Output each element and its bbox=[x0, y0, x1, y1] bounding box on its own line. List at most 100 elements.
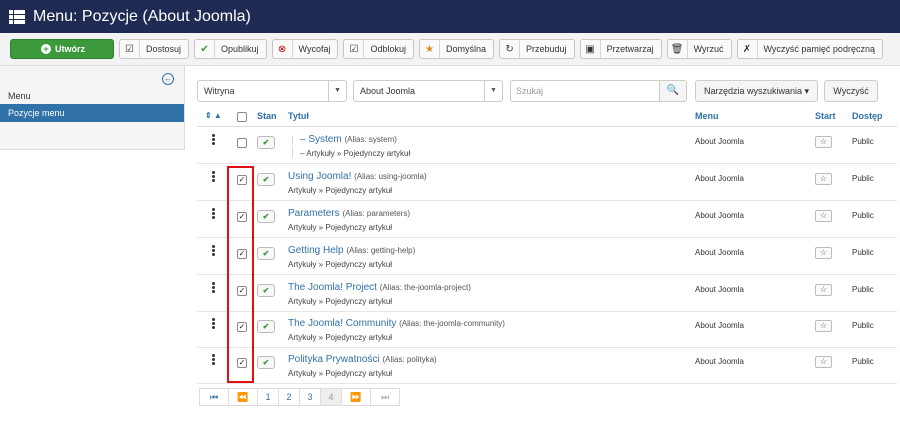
item-access: Public bbox=[852, 174, 874, 183]
checkin-button[interactable]: ☑ Odblokuj bbox=[343, 39, 415, 59]
table-row: ✓ ✔ The Joomla! Community (Alias: the-jo… bbox=[197, 312, 897, 348]
current-page: 4 bbox=[320, 388, 342, 406]
sidebar-item-menu-items[interactable]: Pozycje menu bbox=[0, 104, 184, 122]
published-check-icon[interactable]: ✔ bbox=[257, 210, 275, 223]
caret-down-icon: ▼ bbox=[484, 81, 502, 101]
select-all-checkbox[interactable] bbox=[237, 112, 247, 122]
item-menu: About Joomla bbox=[695, 137, 744, 146]
check-icon: ✔ bbox=[195, 40, 216, 58]
sort-order-icon[interactable]: ⇕ ▲ bbox=[205, 111, 222, 120]
published-check-icon[interactable]: ✔ bbox=[257, 173, 275, 186]
checkin-icon: ☑ bbox=[344, 40, 365, 58]
table-row: ✓ ✔ The Joomla! Project (Alias: the-joom… bbox=[197, 276, 897, 312]
home-star-icon[interactable]: ☆ bbox=[815, 356, 832, 368]
refresh-icon: ↻ bbox=[500, 40, 521, 58]
search-button[interactable]: 🔍 bbox=[659, 80, 687, 102]
published-check-icon[interactable]: ✔ bbox=[257, 284, 275, 297]
drag-handle-icon[interactable] bbox=[212, 282, 215, 294]
column-title[interactable]: Tytuł bbox=[288, 111, 309, 121]
create-button[interactable]: + Utwórz bbox=[10, 39, 114, 59]
edit-button[interactable]: ☑ Dostosuj bbox=[119, 39, 190, 59]
drag-handle-icon[interactable] bbox=[212, 134, 215, 146]
publish-button[interactable]: ✔ Opublikuj bbox=[194, 39, 267, 59]
item-title-link[interactable]: Parameters (Alias: parameters) bbox=[288, 208, 410, 219]
item-title-link[interactable]: The Joomla! Community (Alias: the-joomla… bbox=[288, 318, 505, 329]
caret-down-icon: ▼ bbox=[328, 81, 346, 101]
item-menu: About Joomla bbox=[695, 357, 744, 366]
trash-button[interactable]: 🗑 Wyrzuć bbox=[666, 39, 732, 59]
item-menu: About Joomla bbox=[695, 321, 744, 330]
last-page-icon: ⏭ bbox=[370, 388, 400, 406]
published-check-icon[interactable]: ✔ bbox=[257, 247, 275, 260]
drag-handle-icon[interactable] bbox=[212, 318, 215, 330]
home-star-icon[interactable]: ☆ bbox=[815, 210, 832, 222]
item-title-link[interactable]: The Joomla! Project (Alias: the-joomla-p… bbox=[288, 282, 471, 293]
unpublish-button[interactable]: ⊗ Wycofaj bbox=[271, 39, 339, 59]
pagination: ⏮ ⏪ 1 2 3 4 ⏩ ⏭ bbox=[199, 388, 400, 406]
drag-handle-icon[interactable] bbox=[212, 208, 215, 220]
page-link[interactable]: 1 bbox=[257, 388, 279, 406]
table-row: ✓ ✔ Parameters (Alias: parameters) Artyk… bbox=[197, 202, 897, 238]
published-check-icon[interactable]: ✔ bbox=[257, 136, 275, 149]
menu-select[interactable]: About Joomla ▼ bbox=[353, 80, 503, 102]
default-button[interactable]: ★ Domyślna bbox=[419, 39, 495, 59]
drag-handle-icon[interactable] bbox=[212, 245, 215, 257]
toolbar: + Utwórz ☑ Dostosuj ✔ Opublikuj ⊗ Wycofaj ☑… bbox=[0, 33, 900, 66]
first-page-icon[interactable]: ⏮ bbox=[199, 388, 229, 406]
page-link[interactable]: 3 bbox=[299, 388, 321, 406]
trash-icon: 🗑 bbox=[668, 40, 688, 58]
tree-indent: ┊ bbox=[290, 148, 295, 157]
item-access: Public bbox=[852, 285, 874, 294]
unpublish-icon: ⊗ bbox=[273, 40, 293, 58]
table-header: ⇕ ▲ Stan Tytuł Menu Start Dostęp bbox=[197, 107, 897, 127]
selection-highlight-box bbox=[227, 166, 254, 383]
clear-cache-button[interactable]: ✗ Wyczyść pamięć podręczną bbox=[736, 39, 883, 59]
star-icon: ★ bbox=[420, 40, 441, 58]
drag-handle-icon[interactable] bbox=[212, 171, 215, 183]
batch-button[interactable]: ▣ Przetwarzaj bbox=[579, 39, 662, 59]
published-check-icon[interactable]: ✔ bbox=[257, 356, 275, 369]
plus-icon: + bbox=[41, 44, 51, 54]
item-type: Artykuły » Pojedynczy artykuł bbox=[288, 223, 393, 232]
item-menu: About Joomla bbox=[695, 211, 744, 220]
item-access: Public bbox=[852, 248, 874, 257]
collapse-arrow-icon[interactable]: ← bbox=[162, 73, 174, 85]
column-access[interactable]: Dostęp bbox=[852, 111, 883, 121]
client-select[interactable]: Witryna ▼ bbox=[197, 80, 347, 102]
prev-page-icon[interactable]: ⏪ bbox=[228, 388, 258, 406]
item-title-link[interactable]: Using Joomla! (Alias: using-joomla) bbox=[288, 171, 427, 182]
item-title-link[interactable]: Getting Help (Alias: getting-help) bbox=[288, 245, 415, 256]
drag-handle-icon[interactable] bbox=[212, 354, 215, 366]
published-check-icon[interactable]: ✔ bbox=[257, 320, 275, 333]
search-input[interactable]: Szukaj bbox=[510, 80, 660, 102]
row-checkbox[interactable] bbox=[237, 138, 247, 148]
column-state[interactable]: Stan bbox=[257, 111, 277, 121]
filter-bar: Witryna ▼ About Joomla ▼ Szukaj 🔍 Narzęd… bbox=[197, 80, 887, 102]
item-menu: About Joomla bbox=[695, 285, 744, 294]
item-type: Artykuły » Pojedynczy artykuł bbox=[288, 260, 393, 269]
item-title-link[interactable]: – System (Alias: system) bbox=[300, 134, 397, 145]
home-star-icon[interactable]: ☆ bbox=[815, 284, 832, 296]
home-star-icon[interactable]: ☆ bbox=[815, 247, 832, 259]
rebuild-button[interactable]: ↻ Przebuduj bbox=[499, 39, 575, 59]
home-star-icon[interactable]: ☆ bbox=[815, 136, 832, 148]
home-star-icon[interactable]: ☆ bbox=[815, 320, 832, 332]
item-access: Public bbox=[852, 137, 874, 146]
tree-indent: ┊ bbox=[290, 136, 295, 145]
table-row: ✔ ┊ – System (Alias: system) ┊ – Artykuł… bbox=[197, 128, 897, 164]
home-star-icon[interactable]: ☆ bbox=[815, 173, 832, 185]
page-title: Menu: Pozycje (About Joomla) bbox=[33, 7, 251, 25]
column-home[interactable]: Start bbox=[815, 111, 836, 121]
broom-icon: ✗ bbox=[738, 40, 758, 58]
column-menu[interactable]: Menu bbox=[695, 111, 719, 121]
clear-button[interactable]: Wyczyść bbox=[824, 80, 878, 102]
app-header: Menu: Pozycje (About Joomla) bbox=[0, 0, 900, 33]
page-link[interactable]: 2 bbox=[278, 388, 300, 406]
item-title-link[interactable]: Polityka Prywatności (Alias: polityka) bbox=[288, 354, 437, 365]
item-type: Artykuły » Pojedynczy artykuł bbox=[288, 297, 393, 306]
item-type: – Artykuły » Pojedynczy artykuł bbox=[300, 149, 411, 158]
item-type: Artykuły » Pojedynczy artykuł bbox=[288, 369, 393, 378]
search-tools-button[interactable]: Narzędzia wyszukiwania ▾ bbox=[695, 80, 818, 102]
search-icon: 🔍 bbox=[666, 85, 680, 96]
item-type: Artykuły » Pojedynczy artykuł bbox=[288, 186, 393, 195]
